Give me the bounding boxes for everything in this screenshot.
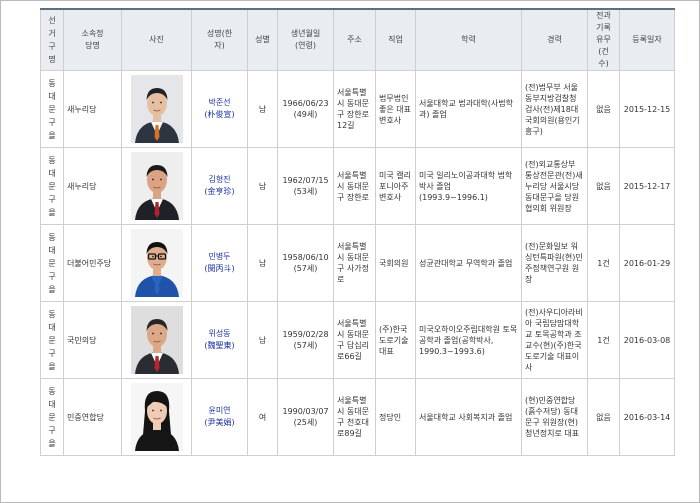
candidate-photo xyxy=(130,306,183,374)
regdate-cell: 2016-01-29 xyxy=(619,224,675,302)
job-cell: 정당인 xyxy=(375,378,416,456)
regdate-cell: 2016-03-14 xyxy=(619,378,675,456)
header-regdate: 등록일자 xyxy=(619,8,675,71)
name-cell[interactable]: 민병두 (閔丙斗) xyxy=(191,224,248,302)
party-cell: 국민의당 xyxy=(63,301,122,379)
job-cell: (주)한국도로기술 대표 xyxy=(375,301,416,379)
photo-cell xyxy=(121,378,192,456)
district-cell: 동대문구을 xyxy=(40,378,64,456)
district-cell: 동대문구을 xyxy=(40,301,64,379)
gender-cell: 여 xyxy=(247,378,278,456)
career-cell: (전)사우디아라비아 국립담맘대학교 토목공학과 조교수(현)(주)한국도로기술… xyxy=(521,301,588,379)
address-cell: 서울특별시 동대문구 천호대로89길 xyxy=(333,378,376,456)
birth-cell: 1966/06/23 (49세) xyxy=(277,70,334,148)
photo-cell xyxy=(121,70,192,148)
regdate-cell: 2016-03-08 xyxy=(619,301,675,379)
table-header-row: 선거구명 소속정당명 사진 성명(한자) 성별 생년월일(연령) 주소 직업 학… xyxy=(40,8,675,71)
photo-cell xyxy=(121,301,192,379)
table-row: 동대문구을 더불어민주당 민병두 (閔丙斗) 남 1958/06/10 (57세) … xyxy=(40,224,675,302)
header-job: 직업 xyxy=(375,8,416,71)
party-cell: 더불어민주당 xyxy=(63,224,122,302)
candidate-photo xyxy=(130,152,183,220)
candidate-photo xyxy=(130,229,183,297)
record-cell: 1건 xyxy=(587,301,620,379)
table-row: 동대문구을 민중연합당 윤미연 (尹美娟) 여 1990/03/07 (25세) 서… xyxy=(40,378,675,456)
candidate-name-link[interactable]: 민병두 (閔丙斗) xyxy=(193,251,247,275)
candidate-name-link[interactable]: 위성동 (魏聖東) xyxy=(193,328,247,352)
birth-cell: 1990/03/07 (25세) xyxy=(277,378,334,456)
record-cell: 없음 xyxy=(587,147,620,225)
record-cell: 없음 xyxy=(587,70,620,148)
address-cell: 서울특별시 동대문구 장한로 xyxy=(333,147,376,225)
career-cell: (전)법무부 서울동부지방검찰청 검사(전)제18대 국회의원(용인기흥구) xyxy=(521,70,588,148)
gender-cell: 남 xyxy=(247,301,278,379)
job-cell: 법무법인 좋은 대표변호사 xyxy=(375,70,416,148)
header-record: 전과기록유무(건수) xyxy=(587,8,620,71)
name-cell[interactable]: 김형진 (金亨珍) xyxy=(191,147,248,225)
career-cell: (전)외교통상부 통상전문관(전)새누리당 서울시당 동대문구을 당원협의회 위… xyxy=(521,147,588,225)
career-cell: (현)민중연합당(흙수저당) 동대문구 위원장(현)청년정치로 대표 xyxy=(521,378,588,456)
header-photo: 사진 xyxy=(121,8,192,71)
education-cell: 서울대학교 사회복지과 졸업 xyxy=(415,378,522,456)
header-party: 소속정당명 xyxy=(63,8,122,71)
header-name: 성명(한자) xyxy=(191,8,248,71)
address-cell: 서울특별시 동대문구 장한로12길 xyxy=(333,70,376,148)
record-cell: 없음 xyxy=(587,378,620,456)
name-cell[interactable]: 박준선 (朴俊宣) xyxy=(191,70,248,148)
address-cell: 서울특별시 동대문구 사가정로 xyxy=(333,224,376,302)
party-cell: 새누리당 xyxy=(63,70,122,148)
birth-cell: 1958/06/10 (57세) xyxy=(277,224,334,302)
job-cell: 국회의원 xyxy=(375,224,416,302)
district-cell: 동대문구을 xyxy=(40,224,64,302)
gender-cell: 남 xyxy=(247,224,278,302)
gender-cell: 남 xyxy=(247,147,278,225)
candidate-name-link[interactable]: 박준선 (朴俊宣) xyxy=(193,97,247,121)
name-cell[interactable]: 위성동 (魏聖東) xyxy=(191,301,248,379)
job-cell: 미국 캘리포니아주 변호사 xyxy=(375,147,416,225)
header-address: 주소 xyxy=(333,8,376,71)
career-cell: (전)문화일보 워싱턴특파원(현)민주정책연구원 원장 xyxy=(521,224,588,302)
gender-cell: 남 xyxy=(247,70,278,148)
party-cell: 민중연합당 xyxy=(63,378,122,456)
birth-cell: 1962/07/15 (53세) xyxy=(277,147,334,225)
candidate-table: 선거구명 소속정당명 사진 성명(한자) 성별 생년월일(연령) 주소 직업 학… xyxy=(40,8,675,456)
header-district: 선거구명 xyxy=(40,8,64,71)
district-cell: 동대문구을 xyxy=(40,70,64,148)
address-cell: 서울특별시 동대문구 답십리로66길 xyxy=(333,301,376,379)
education-cell: 미국 일리노이공과대학 법학박사 졸업 (1993.9~1996.1) xyxy=(415,147,522,225)
header-gender: 성별 xyxy=(247,8,278,71)
record-cell: 1건 xyxy=(587,224,620,302)
regdate-cell: 2015-12-17 xyxy=(619,147,675,225)
photo-cell xyxy=(121,224,192,302)
party-cell: 새누리당 xyxy=(63,147,122,225)
header-career: 경력 xyxy=(521,8,588,71)
table-row: 동대문구을 국민의당 위성동 (魏聖東) 남 1959/02/28 (57세) 서울… xyxy=(40,301,675,379)
table-row: 동대문구을 새누리당 김형진 (金亨珍) 남 1962/07/15 (53세) 서울… xyxy=(40,147,675,225)
education-cell: 미국오하이오주립대학원 토목공학과 졸업(공학박사, 1990.3~1993.6… xyxy=(415,301,522,379)
district-cell: 동대문구을 xyxy=(40,147,64,225)
header-education: 학력 xyxy=(415,8,522,71)
regdate-cell: 2015-12-15 xyxy=(619,70,675,148)
birth-cell: 1959/02/28 (57세) xyxy=(277,301,334,379)
candidate-name-link[interactable]: 윤미연 (尹美娟) xyxy=(193,405,247,429)
photo-cell xyxy=(121,147,192,225)
candidate-photo xyxy=(130,75,183,143)
education-cell: 성균관대학교 무역학과 졸업 xyxy=(415,224,522,302)
candidate-name-link[interactable]: 김형진 (金亨珍) xyxy=(193,174,247,198)
education-cell: 서울대학교 법과대학(사법학과) 졸업 xyxy=(415,70,522,148)
table-row: 동대문구을 새누리당 박준선 (朴俊宣) 남 1966/06/23 (49세) 서울… xyxy=(40,70,675,148)
name-cell[interactable]: 윤미연 (尹美娟) xyxy=(191,378,248,456)
candidate-photo xyxy=(130,383,183,451)
header-birth: 생년월일(연령) xyxy=(277,8,334,71)
